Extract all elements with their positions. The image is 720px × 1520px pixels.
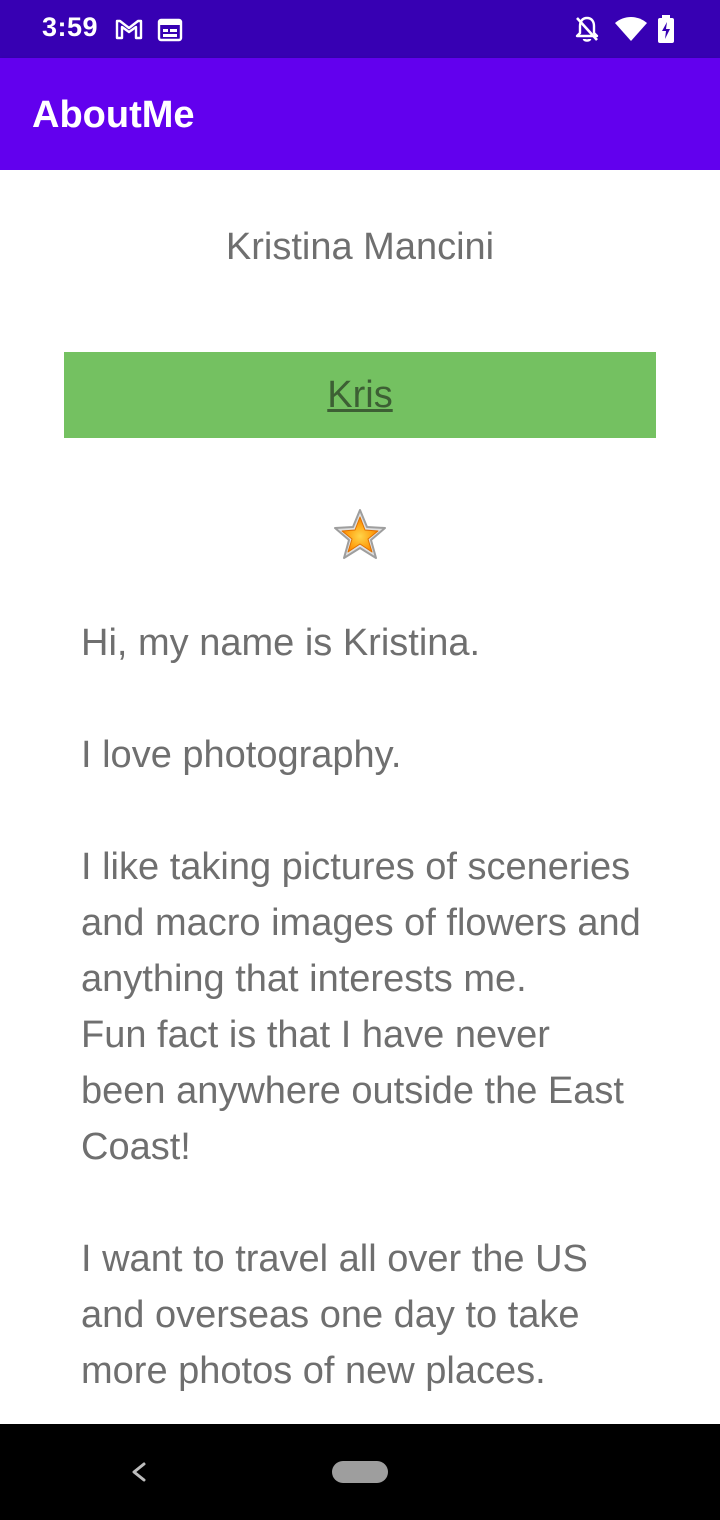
nickname-text[interactable]: Kris: [64, 352, 656, 438]
calendar-icon: [157, 18, 183, 42]
app-bar: AboutMe: [0, 58, 720, 170]
about-me-content[interactable]: Kristina Mancini Kris Hi, my name is Kri…: [0, 170, 720, 1424]
navigation-bar: [0, 1424, 720, 1520]
name-text: Kristina Mancini: [225, 226, 495, 268]
status-bar: 3:59: [0, 0, 720, 58]
gmail-icon: [115, 19, 143, 40]
nickname-display[interactable]: Kris: [64, 352, 656, 438]
status-time: 3:59: [42, 12, 99, 42]
app-title: AboutMe: [32, 94, 195, 136]
back-icon[interactable]: [124, 1454, 154, 1490]
star-icon: [334, 509, 386, 559]
wifi-icon: [615, 17, 647, 41]
about-me-screen: 3:59 AboutMe Kristina Mancini Kris Hi, m…: [0, 0, 720, 1520]
notifications-off-icon: [575, 16, 599, 42]
home-pill-icon[interactable]: [332, 1461, 388, 1483]
bio-text: Hi, my name is Kristina. I love photogra…: [81, 622, 641, 1392]
battery-charging-icon: [658, 15, 674, 43]
